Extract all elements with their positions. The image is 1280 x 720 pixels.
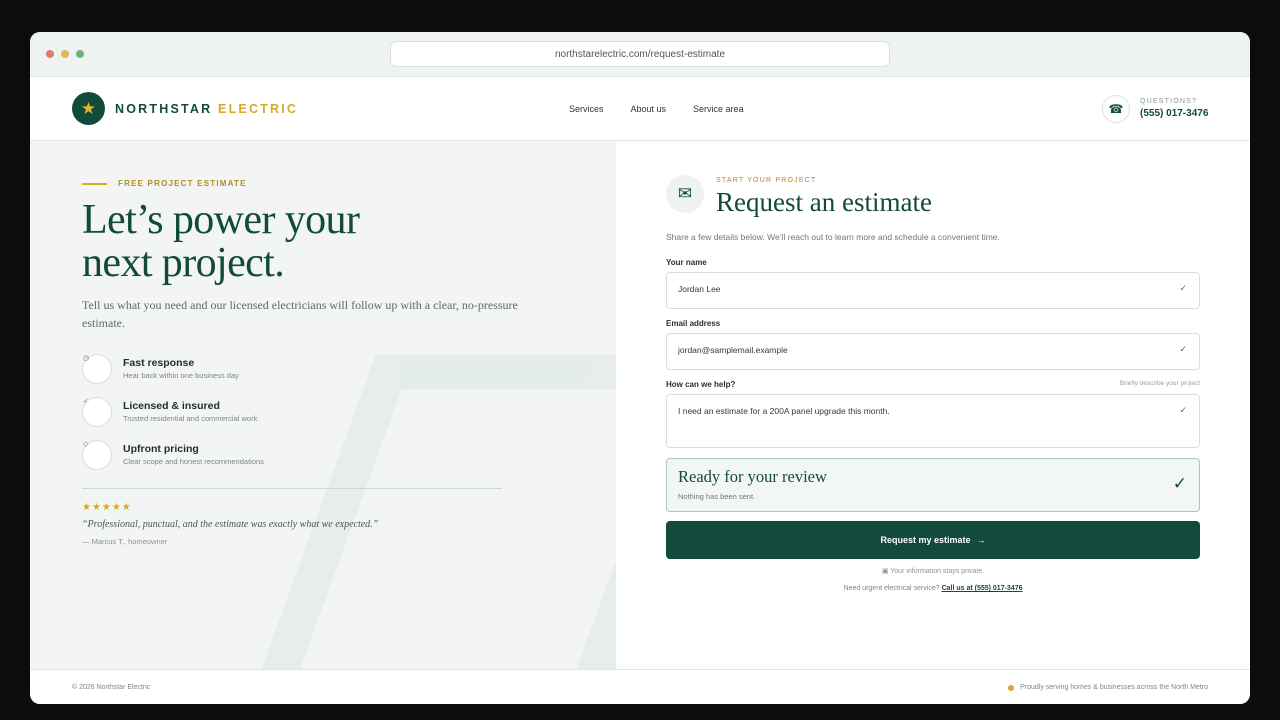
review-status-card: Ready for your review Nothing has been s… <box>666 458 1200 512</box>
review-subtitle: Nothing has been sent. <box>678 492 756 501</box>
browser-window: northstarelectric.com/request-estimate ★… <box>30 32 1250 704</box>
feature-title: Licensed & insured <box>123 400 220 412</box>
valid-check-icon: ✓ <box>1179 344 1187 354</box>
hero-eyebrow: FREE PROJECT ESTIMATE <box>118 179 247 188</box>
feature-title: Upfront pricing <box>123 443 199 455</box>
envelope-icon: ✉ <box>666 175 704 213</box>
nav-services[interactable]: Services <box>569 104 604 114</box>
feature-fast-response: ◷ Fast response Hear back within one bus… <box>82 354 482 386</box>
hero-panel: FREE PROJECT ESTIMATE Let’s power your n… <box>30 141 616 669</box>
rating-stars-icon: ★★★★★ <box>82 502 132 513</box>
status-dot-icon <box>1008 685 1014 691</box>
star-logo-icon[interactable]: ★ <box>72 92 105 125</box>
eyebrow-rule <box>82 183 107 185</box>
feature-licensed: ✓ Licensed & insured Trusted residential… <box>82 397 482 429</box>
hero-headline-line1: Let’s power your <box>82 197 360 243</box>
help-hint: Briefly describe your project <box>1119 380 1200 387</box>
review-check-icon: ✓ <box>1172 474 1187 493</box>
browser-chrome: northstarelectric.com/request-estimate <box>30 32 1250 77</box>
copyright: © 2026 Northstar Electric <box>72 684 151 691</box>
review-title: Ready for your review <box>678 467 827 486</box>
form-title: Request an estimate <box>716 187 932 217</box>
form-subtitle: Share a few details below. We’ll reach o… <box>666 232 1000 242</box>
testimonial-quote: “Professional, punctual, and the estimat… <box>82 519 379 530</box>
main-nav: Services About us Service area <box>569 104 771 114</box>
maximize-window-dot[interactable] <box>76 50 84 58</box>
feature-desc: Clear scope and honest recommendations <box>123 457 264 466</box>
brand-accent: ELECTRIC <box>218 102 299 116</box>
site-header: ★ NORTHSTAR ELECTRIC Services About us S… <box>30 77 1250 141</box>
checkmark-icon: ✓ <box>83 398 89 405</box>
hero-headline: Let’s power your next project. <box>82 199 502 285</box>
header-phone-link[interactable]: (555) 017-3476 <box>1140 108 1208 119</box>
brand-main: NORTHSTAR <box>115 102 213 116</box>
name-field[interactable]: Jordan Lee ✓ <box>666 272 1200 309</box>
urgent-call-link[interactable]: Call us at (555) 017-3476 <box>942 585 1023 592</box>
feature-desc: Trusted residential and commercial work <box>123 414 258 423</box>
site-footer: © 2026 Northstar Electric Proudly servin… <box>30 669 1250 704</box>
help-label: How can we help? <box>666 380 736 389</box>
project-description-value: I need an estimate for a 200A panel upgr… <box>678 406 890 416</box>
arrow-right-icon: → <box>976 535 986 545</box>
feature-desc: Hear back within one business day <box>123 371 239 380</box>
name-value: Jordan Lee <box>678 284 721 294</box>
request-estimate-button[interactable]: Request my estimate → <box>666 521 1200 559</box>
questions-label: QUESTIONS? <box>1140 98 1198 105</box>
divider <box>82 488 502 489</box>
feature-upfront-pricing: ◇ Upfront pricing Clear scope and honest… <box>82 440 482 472</box>
email-field[interactable]: jordan@samplemail.example ✓ <box>666 333 1200 370</box>
address-bar[interactable]: northstarelectric.com/request-estimate <box>390 41 890 67</box>
hero-subtext: Tell us what you need and our licensed e… <box>82 298 518 330</box>
nav-about-us[interactable]: About us <box>631 104 667 114</box>
brand-name[interactable]: NORTHSTAR ELECTRIC <box>115 102 298 116</box>
project-description-textarea[interactable]: I need an estimate for a 200A panel upgr… <box>666 394 1200 448</box>
service-region-note: Proudly serving homes & businesses acros… <box>1020 684 1208 691</box>
minimize-window-dot[interactable] <box>61 50 69 58</box>
nav-service-area[interactable]: Service area <box>693 104 744 114</box>
urgent-text: Need urgent electrical service? <box>843 585 940 592</box>
submit-label: Request my estimate <box>880 535 971 545</box>
close-window-dot[interactable] <box>46 50 54 58</box>
privacy-note: ▣ Your information stays private. <box>881 568 985 575</box>
hero-headline-line2: next project. <box>82 240 285 286</box>
name-label: Your name <box>666 258 707 267</box>
form-eyebrow: START YOUR PROJECT <box>716 177 817 184</box>
valid-check-icon: ✓ <box>1179 405 1187 415</box>
valid-check-icon: ✓ <box>1179 283 1187 293</box>
email-value: jordan@samplemail.example <box>678 345 788 355</box>
feature-title: Fast response <box>123 357 195 369</box>
clock-icon: ◷ <box>83 355 90 362</box>
phone-icon[interactable]: ☎ <box>1102 95 1130 123</box>
diamond-icon: ◇ <box>83 441 89 448</box>
email-label: Email address <box>666 319 721 328</box>
estimate-form-panel: ✉ START YOUR PROJECT Request an estimate… <box>616 141 1250 669</box>
urgent-service-note: Need urgent electrical service? Call us … <box>666 585 1200 592</box>
testimonial-attribution: — Marcus T., homeowner <box>82 537 168 546</box>
